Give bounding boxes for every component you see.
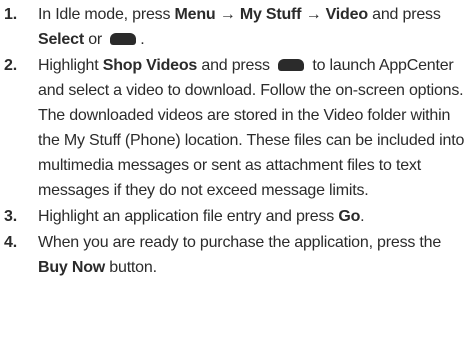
- step-3: 3. Highlight an application file entry a…: [0, 204, 472, 229]
- step-text: Highlight Shop Videos and press to launc…: [38, 57, 465, 199]
- step-text: In Idle mode, press Menu → My Stuff → Vi…: [38, 6, 441, 48]
- instruction-steps: 1. In Idle mode, press Menu → My Stuff →…: [0, 2, 472, 281]
- step-number: 2.: [4, 57, 17, 74]
- video-label: Video: [325, 6, 368, 23]
- center-select-key-icon: [278, 59, 305, 71]
- step-number: 4.: [4, 234, 17, 251]
- step-number: 3.: [4, 208, 17, 225]
- shop-videos-label: Shop Videos: [102, 57, 198, 74]
- step-4: 4. When you are ready to purchase the ap…: [0, 230, 472, 280]
- select-key-label: Select: [38, 31, 84, 48]
- my-stuff-label: My Stuff: [239, 6, 302, 23]
- menu-key-label: Menu: [174, 6, 216, 23]
- buy-now-label: Buy Now: [38, 259, 106, 276]
- center-select-key-icon: [110, 33, 137, 45]
- step-2: 2. Highlight Shop Videos and press to la…: [0, 53, 472, 203]
- step-text: Highlight an application file entry and …: [38, 208, 365, 225]
- step-text: When you are ready to purchase the appli…: [38, 234, 442, 276]
- go-key-label: Go: [338, 208, 361, 225]
- step-1: 1. In Idle mode, press Menu → My Stuff →…: [0, 2, 472, 52]
- step-number: 1.: [4, 6, 17, 23]
